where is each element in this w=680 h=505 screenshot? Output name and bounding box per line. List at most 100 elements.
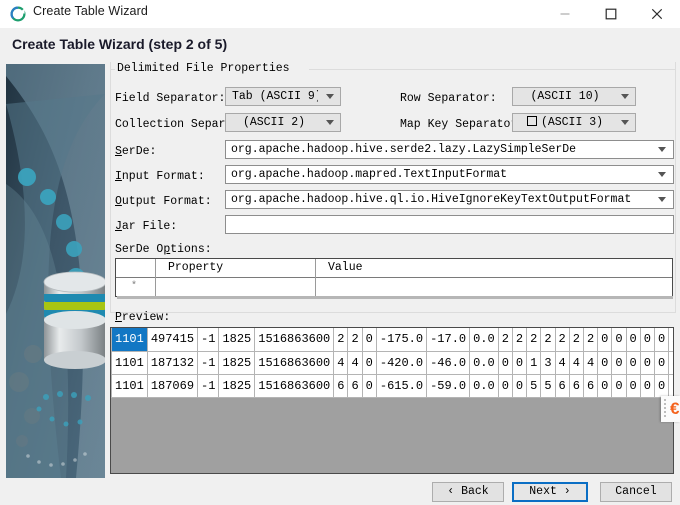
edge-flyout-handle[interactable]: € [661,396,680,422]
column-header-value[interactable]: Value [328,261,363,274]
minimize-button[interactable] [542,0,588,28]
preview-cell[interactable]: 0 [361,350,377,375]
preview-table[interactable]: 1101 497415 -1 1825 1516863600 2 2 0 -175.0 -17.0… [111,328,673,398]
preview-cell[interactable]: 4 [568,350,584,375]
preview-cell[interactable]: 187132 [146,350,199,375]
preview-cell[interactable]: 6 [347,373,363,398]
preview-cell[interactable]: 1101 [111,328,148,352]
preview-cell[interactable]: -1 [197,350,220,375]
preview-cell[interactable]: 0 [511,350,528,375]
preview-cell[interactable]: 3 [668,350,673,375]
preview-cell[interactable]: 0 [653,350,670,375]
cancel-button[interactable]: Cancel [600,482,672,502]
preview-cell[interactable]: 497415 [146,328,199,352]
preview-cell[interactable]: 1516863600 [254,328,335,352]
back-button[interactable]: ‹ Back [432,482,504,502]
jar-file-input[interactable] [225,215,674,234]
preview-table-container[interactable]: 1101 497415 -1 1825 1516863600 2 2 0 -175.0 -17.0… [110,327,674,474]
preview-cell[interactable]: 3 [540,350,556,375]
preview-cell[interactable]: 2 [540,328,556,352]
preview-cell[interactable]: 0 [639,350,655,375]
preview-cell[interactable]: -59.0 [426,373,471,398]
preview-cell[interactable]: 2 [333,328,349,352]
next-button[interactable]: Next › [512,482,588,502]
preview-cell[interactable]: -420.0 [375,350,428,375]
preview-cell[interactable]: 1825 [218,373,256,398]
field-separator-combo[interactable]: Tab (ASCII 9) [225,87,341,106]
preview-cell[interactable]: 1825 [218,328,256,352]
table-row[interactable]: * [116,278,672,297]
preview-cell[interactable]: -17.0 [426,328,471,352]
serde-options-grid[interactable]: Property Value * [115,258,673,299]
collection-separator-combo[interactable]: (ASCII 2) [225,113,341,132]
preview-cell[interactable]: 0 [639,373,655,398]
preview-cell[interactable]: 0 [639,328,655,352]
preview-cell[interactable]: 1 [526,350,542,375]
wizard-content: Delimited File Properties Field Separato… [110,62,676,474]
preview-cell[interactable]: 4 [347,350,363,375]
preview-cell[interactable]: 2 [568,328,584,352]
preview-cell[interactable]: 1516863600 [254,373,335,398]
preview-cell[interactable]: 0 [653,373,670,398]
row-separator-combo[interactable]: (ASCII 10) [512,87,636,106]
preview-cell[interactable]: 0 [625,373,641,398]
preview-cell[interactable]: 0.0 [469,350,499,375]
preview-cell[interactable]: 0 [361,328,377,352]
preview-cell[interactable]: -615.0 [375,373,428,398]
preview-cell[interactable]: 4 [554,350,570,375]
preview-cell[interactable]: -175.0 [375,328,428,352]
preview-cell[interactable]: 6 [568,373,584,398]
preview-cell[interactable]: 1825 [218,350,256,375]
column-header-property[interactable]: Property [168,261,223,274]
preview-cell[interactable]: 0.0 [469,373,499,398]
preview-cell[interactable]: 0 [511,373,528,398]
preview-cell[interactable]: 0 [611,328,627,352]
preview-cell[interactable]: 6 [554,373,570,398]
table-row[interactable]: 1101 187132 -1 1825 1516863600 4 4 0 -420.0 -46.0… [111,350,673,375]
preview-cell[interactable]: 2 [582,328,599,352]
preview-cell[interactable]: 1101 [111,350,148,375]
preview-cell[interactable]: -46.0 [426,350,471,375]
preview-cell[interactable]: -1 [197,328,220,352]
input-format-combo[interactable]: org.apache.hadoop.mapred.TextInputFormat [225,165,674,184]
edge-widget-glyph: € [670,399,680,418]
preview-cell[interactable]: 2 [511,328,528,352]
preview-cell[interactable]: 2 [526,328,542,352]
preview-cell[interactable]: 2 [497,328,513,352]
preview-cell[interactable]: 187069 [146,373,199,398]
preview-cell[interactable]: 0 [597,350,613,375]
preview-cell[interactable]: 0 [597,328,613,352]
preview-cell[interactable]: 4 [582,350,599,375]
serde-combo[interactable]: org.apache.hadoop.hive.serde2.lazy.LazyS… [225,140,674,159]
table-row[interactable]: 1101 187069 -1 1825 1516863600 6 6 0 -615.0 -59.0… [111,373,673,398]
preview-cell[interactable]: 1516863600 [254,350,335,375]
preview-cell[interactable]: 0 [611,373,627,398]
preview-cell[interactable]: 4 [333,350,349,375]
preview-cell[interactable]: 2 [554,328,570,352]
preview-cell[interactable]: -1 [197,373,220,398]
preview-cell[interactable]: 0 [611,350,627,375]
preview-cell[interactable]: 6 [668,373,673,398]
table-row[interactable]: 1101 497415 -1 1825 1516863600 2 2 0 -175.0 -17.0… [111,328,673,352]
row-separator-value: (ASCII 10) [530,90,600,103]
preview-cell[interactable]: 2 [347,328,363,352]
preview-cell[interactable]: 0 [597,373,613,398]
maximize-button[interactable] [588,0,634,28]
close-button[interactable] [634,0,680,28]
preview-cell[interactable]: 0 [625,328,641,352]
map-key-separator-combo[interactable]: (ASCII 3) [512,113,636,132]
preview-cell[interactable]: 0 [497,350,513,375]
preview-cell[interactable]: 5 [540,373,556,398]
preview-cell[interactable]: 6 [582,373,599,398]
preview-cell[interactable]: 0 [361,373,377,398]
preview-cell[interactable]: 1101 [111,373,148,398]
preview-cell[interactable]: 0 [625,350,641,375]
preview-cell[interactable]: 0 [653,328,670,352]
output-format-combo[interactable]: org.apache.hadoop.hive.ql.io.HiveIgnoreK… [225,190,674,209]
preview-label: Preview: [115,311,171,324]
preview-cell[interactable]: 5 [526,373,542,398]
preview-cell[interactable]: 0 [497,373,513,398]
preview-cell[interactable]: 0.0 [469,328,499,352]
preview-cell[interactable]: 6 [333,373,349,398]
preview-cell[interactable]: 2 [668,328,673,352]
